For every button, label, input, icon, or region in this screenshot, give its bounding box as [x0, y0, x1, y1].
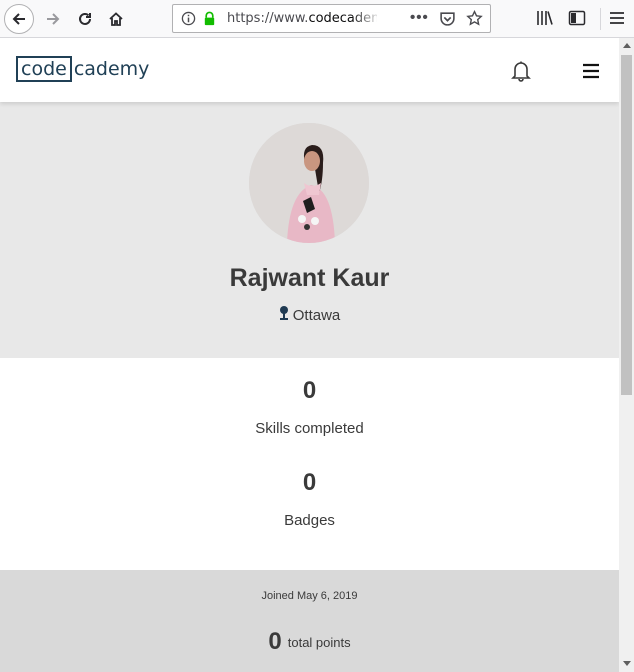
profile-stats: 0 Skills completed 0 Badges: [0, 358, 619, 570]
toolbar-separator: [600, 8, 601, 30]
forward-button[interactable]: [38, 4, 68, 34]
page-actions-button[interactable]: •••: [410, 9, 429, 26]
logo-boxed-text: code: [16, 56, 72, 82]
profile-name: Rajwant Kaur: [229, 264, 390, 292]
codecademy-logo[interactable]: code cademy: [16, 56, 149, 82]
profile-summary: Joined May 6, 2019 0 total points: [0, 570, 619, 672]
home-icon: [109, 12, 123, 26]
bookmark-star-icon[interactable]: [466, 10, 483, 27]
location-pin-icon: [279, 306, 288, 320]
url-fade: [351, 7, 381, 31]
profile-header: Rajwant Kaur Ottawa: [0, 102, 619, 358]
url-bar[interactable]: https://www.codecadem •••: [172, 4, 491, 33]
url-prefix: https://www.: [227, 11, 309, 26]
browser-toolbar: https://www.codecadem •••: [0, 0, 634, 38]
home-button[interactable]: [101, 4, 131, 34]
total-points: 0 total points: [0, 628, 619, 656]
secure-lock-icon[interactable]: [202, 11, 217, 26]
scroll-down-arrow-icon[interactable]: [623, 661, 631, 666]
total-points-label: total points: [287, 634, 351, 650]
badges-count: 0: [302, 469, 317, 496]
total-points-count: 0: [268, 628, 282, 655]
sidebar-icon[interactable]: [568, 9, 586, 27]
joined-date: Joined May 6, 2019: [261, 590, 358, 602]
notifications-bell-icon[interactable]: [511, 60, 531, 82]
page-scrollbar[interactable]: [619, 38, 634, 672]
pocket-icon[interactable]: [439, 10, 456, 27]
forward-arrow-icon: [47, 13, 60, 25]
badges-label: Badges: [284, 512, 335, 529]
info-icon[interactable]: [181, 11, 196, 26]
reload-icon: [79, 12, 91, 25]
avatar: [249, 123, 369, 243]
skills-completed-label: Skills completed: [255, 420, 364, 437]
back-button[interactable]: [4, 4, 34, 34]
scroll-up-arrow-icon[interactable]: [623, 43, 631, 48]
reload-button[interactable]: [70, 4, 100, 34]
location-text: Ottawa: [292, 307, 341, 324]
site-header: code cademy: [0, 38, 619, 102]
page-viewport: code cademy Rajwant Kaur Ottawa 0 Skills…: [0, 38, 619, 672]
logo-rest-text: cademy: [73, 58, 150, 80]
scroll-thumb[interactable]: [621, 55, 632, 395]
browser-menu-icon[interactable]: [609, 9, 625, 27]
library-icon[interactable]: [536, 9, 554, 27]
back-arrow-icon: [12, 13, 25, 25]
profile-location: Ottawa: [0, 305, 619, 324]
avatar-photo-icon: [249, 123, 369, 243]
skills-completed-count: 0: [302, 377, 317, 404]
site-menu-icon[interactable]: [582, 63, 600, 79]
